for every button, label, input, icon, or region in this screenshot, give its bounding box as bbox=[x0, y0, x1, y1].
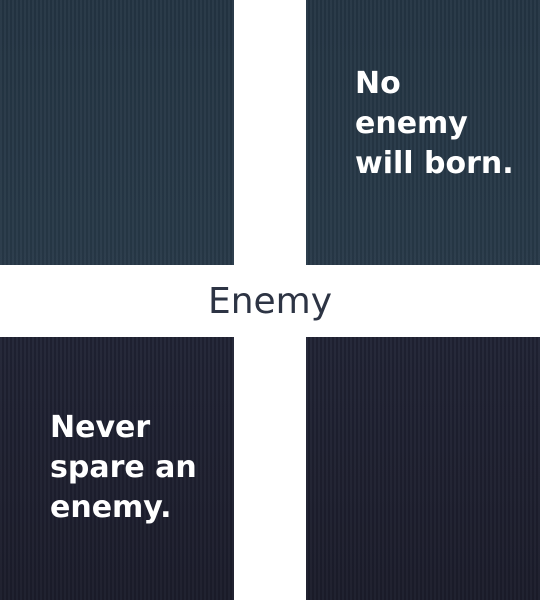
quadrant-top-right-text: No enemy will born. bbox=[355, 66, 514, 181]
quadrant-bottom-left-text: Never spare an enemy. bbox=[50, 410, 197, 525]
quadrant-top-right: No enemy will born. bbox=[306, 0, 540, 265]
quadrant-bottom-right bbox=[306, 337, 540, 600]
meme-canvas: No enemy will born. Enemy Never spare an… bbox=[0, 0, 540, 600]
center-label: Enemy bbox=[207, 280, 333, 322]
quadrant-bottom-left: Never spare an enemy. bbox=[0, 337, 234, 600]
quadrant-texture bbox=[0, 0, 234, 265]
quadrant-top-left bbox=[0, 0, 234, 265]
quadrant-texture bbox=[306, 337, 540, 600]
